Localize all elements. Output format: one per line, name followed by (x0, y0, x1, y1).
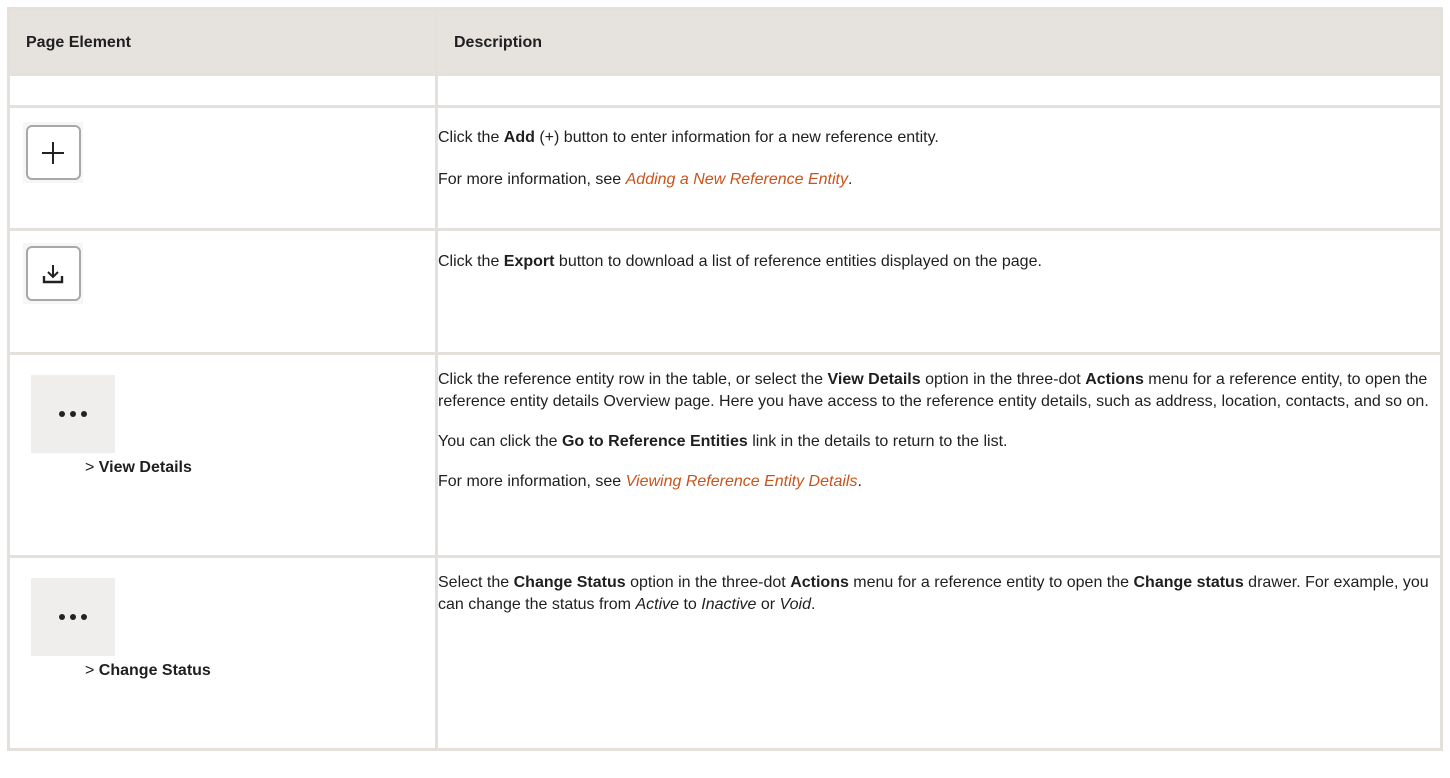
export-description-cell: Click the Export button to download a li… (438, 231, 1443, 355)
page-elements-table: Page Element Description Click the Add (… (7, 7, 1443, 751)
add-description-text: Click the Add (+) button to enter inform… (438, 129, 939, 146)
three-dot-icon (59, 411, 87, 417)
download-icon (42, 264, 64, 283)
export-button[interactable] (25, 246, 81, 301)
add-more-info-text: For more information, see Adding a New R… (438, 171, 853, 188)
view-details-description-cell: Click the reference entity row in the ta… (438, 355, 1443, 558)
table-row-empty (7, 76, 1443, 108)
change-status-description-text: Select the Change Status option in the t… (438, 574, 1429, 613)
change-status-element-cell: > Change Status (7, 558, 438, 751)
view-details-element-cell: > View Details (7, 355, 438, 558)
empty-cell-right (438, 76, 1443, 108)
add-description-cell: Click the Add (+) button to enter inform… (438, 108, 1443, 231)
export-element-cell (7, 231, 438, 355)
header-description: Description (438, 7, 1443, 76)
view-details-label: > View Details (85, 459, 192, 476)
go-to-reference-entities-text: You can click the Go to Reference Entiti… (438, 433, 1008, 450)
actions-menu-button[interactable] (31, 375, 115, 453)
empty-cell-left (7, 76, 438, 108)
actions-menu-button[interactable] (31, 578, 115, 656)
table-header-row: Page Element Description (7, 7, 1443, 76)
change-status-description-cell: Select the Change Status option in the t… (438, 558, 1443, 751)
change-status-label: > Change Status (85, 662, 211, 679)
viewing-reference-entity-details-link[interactable]: Viewing Reference Entity Details (626, 473, 858, 490)
plus-icon (42, 141, 64, 164)
header-page-element: Page Element (7, 7, 438, 76)
view-details-more-info-text: For more information, see Viewing Refere… (438, 473, 862, 490)
table-row-change-status: > Change Status Select the Change Status… (7, 558, 1443, 751)
view-details-description-text: Click the reference entity row in the ta… (438, 371, 1429, 410)
table-row-view-details: > View Details Click the reference entit… (7, 355, 1443, 558)
table-row-export: Click the Export button to download a li… (7, 231, 1443, 355)
export-button-frame (23, 243, 83, 304)
add-button[interactable] (25, 125, 81, 180)
three-dot-icon (59, 614, 87, 620)
adding-new-reference-entity-link[interactable]: Adding a New Reference Entity (626, 171, 848, 188)
add-element-cell (7, 108, 438, 231)
table-row-add: Click the Add (+) button to enter inform… (7, 108, 1443, 231)
export-description-text: Click the Export button to download a li… (438, 253, 1042, 270)
add-button-frame (23, 122, 83, 183)
